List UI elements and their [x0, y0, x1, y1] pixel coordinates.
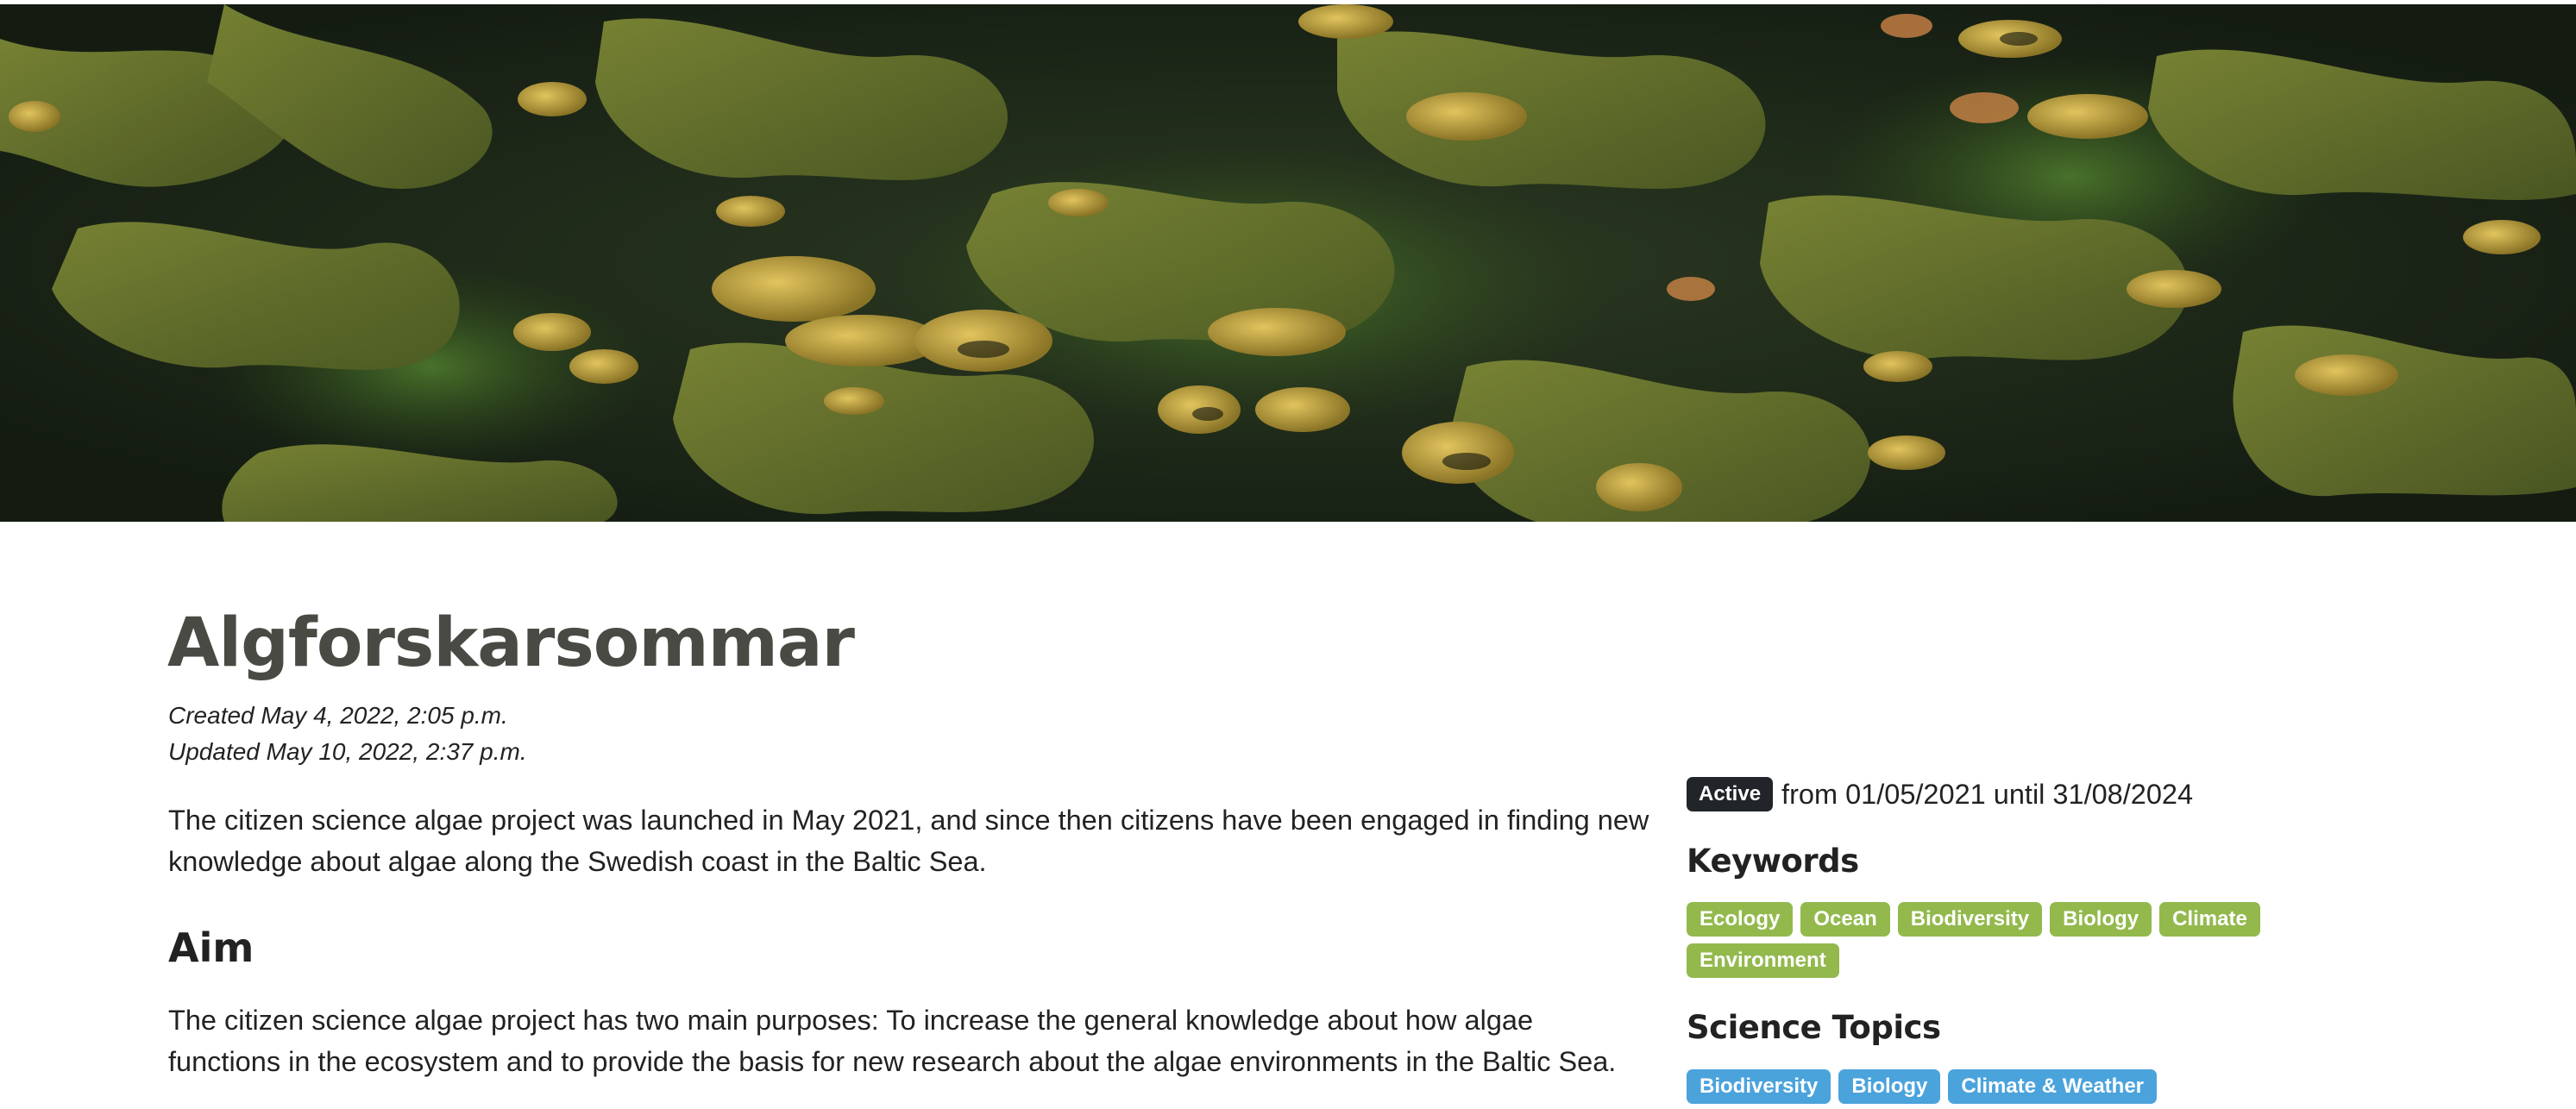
- project-content: Algforskarsommar Created May 4, 2022, 2:…: [0, 522, 2576, 1109]
- hero-image: [0, 4, 2576, 522]
- topic-tag-climate-weather[interactable]: Climate & Weather: [1948, 1069, 2158, 1104]
- page-title: Algforskarsommar: [167, 605, 855, 682]
- aim-paragraph: The citizen science algae project has tw…: [168, 1005, 1617, 1077]
- keyword-tag-ecology[interactable]: Ecology: [1687, 902, 1794, 937]
- science-topics-list: Biodiversity Biology Climate & Weather: [1687, 1069, 2308, 1104]
- keyword-tag-biodiversity[interactable]: Biodiversity: [1897, 902, 2043, 937]
- keyword-tag-ocean[interactable]: Ocean: [1800, 902, 1890, 937]
- aim-heading: Aim: [168, 924, 254, 971]
- seaweed-illustration: [0, 4, 2576, 522]
- created-date: Created May 4, 2022, 2:05 p.m.: [168, 702, 508, 729]
- keywords-list: Ecology Ocean Biodiversity Biology Clima…: [1687, 902, 2308, 978]
- intro-paragraph: The citizen science algae project was la…: [168, 805, 1649, 877]
- project-status: Active from 01/05/2021 until 31/08/2024: [1687, 777, 2193, 811]
- status-period: from 01/05/2021 until 31/08/2024: [1781, 779, 2194, 810]
- updated-date: Updated May 10, 2022, 2:37 p.m.: [168, 738, 527, 765]
- status-badge: Active: [1687, 777, 1774, 811]
- keyword-tag-biology[interactable]: Biology: [2050, 902, 2152, 937]
- topic-tag-biology[interactable]: Biology: [1838, 1069, 1941, 1104]
- science-topics-heading: Science Topics: [1687, 1009, 1941, 1046]
- keyword-tag-environment[interactable]: Environment: [1687, 943, 1839, 978]
- keyword-tag-climate[interactable]: Climate: [2159, 902, 2260, 937]
- keywords-heading: Keywords: [1687, 843, 1859, 880]
- topic-tag-biodiversity[interactable]: Biodiversity: [1687, 1069, 1831, 1104]
